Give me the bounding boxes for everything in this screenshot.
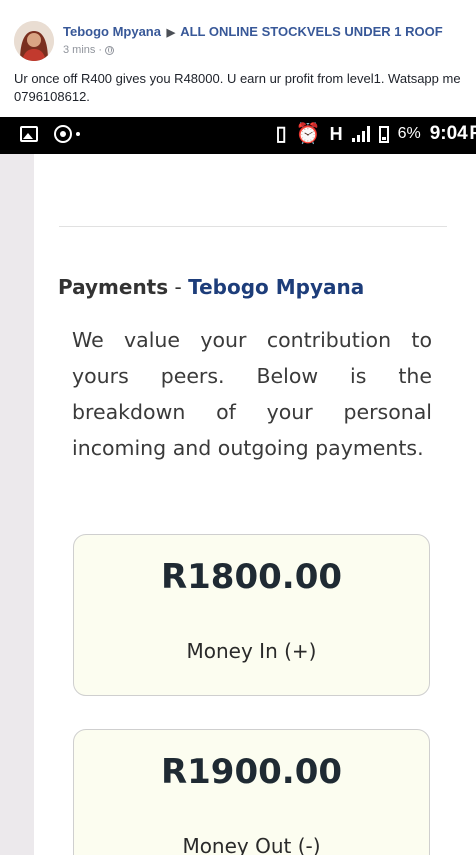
globe-icon bbox=[105, 45, 115, 55]
money-in-label: Money In (+) bbox=[186, 639, 317, 663]
payments-user-name: Tebogo Mpyana bbox=[188, 275, 365, 299]
image-icon bbox=[20, 126, 38, 142]
payments-description: We value your contribution to yours peer… bbox=[72, 328, 432, 460]
facebook-post-header: Tebogo Mpyana ▶ ALL ONLINE STOCKVELS UND… bbox=[0, 0, 476, 117]
payments-title: Payments bbox=[58, 275, 169, 299]
alarm-icon: ⏰ bbox=[295, 123, 321, 145]
author-link[interactable]: Tebogo Mpyana bbox=[63, 24, 161, 39]
money-in-box: R1800.00 Money In (+) bbox=[73, 534, 430, 696]
disc-icon bbox=[54, 125, 72, 143]
triangle-right-icon: ▶ bbox=[166, 27, 176, 39]
post-timestamp[interactable]: 3 mins bbox=[63, 44, 95, 56]
payments-heading: Payments - Tebogo Mpyana bbox=[58, 275, 364, 299]
group-link[interactable]: ALL ONLINE STOCKVELS UNDER 1 ROOF bbox=[180, 24, 442, 39]
signal-icon bbox=[351, 126, 370, 142]
post-author-line: Tebogo Mpyana ▶ ALL ONLINE STOCKVELS UND… bbox=[63, 24, 443, 39]
profile-photo-icon bbox=[14, 21, 54, 61]
heading-separator: - bbox=[168, 275, 189, 299]
money-out-amount: R1900.00 bbox=[160, 752, 343, 792]
network-type: H bbox=[329, 123, 343, 144]
phone-screenshot: ▯ ⏰ H 6% 9:04 P Payments - Tebogo Mpyana… bbox=[0, 117, 476, 855]
clock-time: 9:04 bbox=[429, 123, 468, 144]
money-out-box: R1900.00 Money Out (-) bbox=[73, 729, 430, 855]
notification-icons bbox=[20, 125, 80, 143]
post-text: Ur once off R400 gives you R48000. U ear… bbox=[14, 71, 461, 104]
divider bbox=[59, 226, 447, 227]
system-icons: ▯ ⏰ H 6% 9:04 P bbox=[276, 122, 476, 146]
payments-card: Payments - Tebogo Mpyana We value your c… bbox=[34, 154, 476, 855]
battery-icon bbox=[378, 125, 389, 143]
notification-dot-icon bbox=[76, 132, 80, 136]
meta-separator: · bbox=[98, 44, 103, 56]
battery-percent: 6% bbox=[397, 125, 421, 142]
post-meta: 3 mins · bbox=[63, 44, 115, 56]
money-in-amount: R1800.00 bbox=[160, 557, 343, 597]
status-clock: 9:04 P bbox=[430, 123, 476, 145]
clock-suffix: P bbox=[469, 123, 476, 144]
vibrate-icon: ▯ bbox=[275, 123, 287, 145]
money-out-label: Money Out (-) bbox=[182, 834, 321, 855]
avatar[interactable] bbox=[14, 21, 54, 61]
status-bar: ▯ ⏰ H 6% 9:04 P bbox=[0, 117, 476, 154]
